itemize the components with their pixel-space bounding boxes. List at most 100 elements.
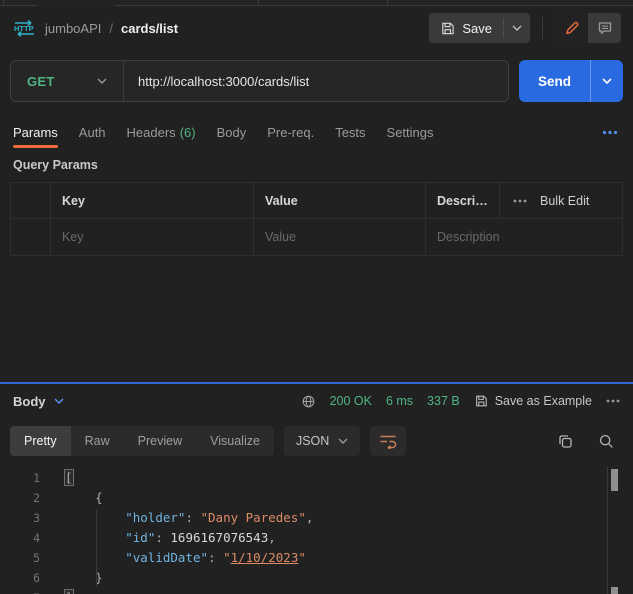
scrollbar-thumb[interactable]: [611, 469, 618, 491]
query-params-table: Key Value Description Bulk Edit Key Valu…: [10, 182, 623, 256]
request-tabs: Params Auth Headers(6) Body Pre-req. Tests Set…: [0, 112, 633, 152]
save-button-label: Save: [462, 21, 492, 36]
url-container: GET http://localhost:3000/cards/list: [10, 60, 509, 102]
indent-guide: [96, 510, 97, 586]
response-body-editor[interactable]: 1[2 {3 "holder": "Dany Paredes",4 "id": …: [0, 464, 633, 594]
network-globe-icon[interactable]: [301, 394, 316, 409]
response-more-options-icon[interactable]: [606, 399, 620, 403]
save-as-example-button[interactable]: Save as Example: [474, 394, 592, 408]
tab-settings[interactable]: Settings: [387, 112, 434, 152]
code-line: 1[: [0, 468, 633, 488]
wrap-lines-button[interactable]: [370, 426, 406, 456]
tab-pre-req[interactable]: Pre-req.: [267, 112, 314, 152]
copy-button[interactable]: [557, 433, 574, 450]
search-icon: [598, 433, 615, 450]
view-tab-pretty[interactable]: Pretty: [10, 426, 71, 456]
send-button-label: Send: [538, 74, 571, 89]
workspace-tabbar-edge: [0, 0, 633, 6]
bulk-edit-button[interactable]: Bulk Edit: [540, 194, 589, 208]
line-number: 6: [0, 568, 40, 588]
scrollbar-track: [607, 466, 608, 594]
code-line: 6 }: [0, 568, 633, 588]
edit-comment-group: [555, 13, 621, 43]
search-button[interactable]: [598, 433, 615, 450]
description-column-header: Description: [426, 183, 500, 218]
more-options-icon[interactable]: [513, 199, 527, 203]
code-line: 5 "validDate": "1/10/2023": [0, 548, 633, 568]
line-number: 5: [0, 548, 40, 568]
format-select[interactable]: JSON: [284, 426, 360, 456]
method-select[interactable]: GET: [11, 61, 123, 101]
edit-button[interactable]: [555, 13, 588, 43]
comments-button[interactable]: [588, 13, 621, 43]
response-body-dropdown[interactable]: Body: [13, 394, 64, 409]
response-toolbar: Body 200 OK 6 ms 337 B Save as Example: [0, 384, 633, 418]
key-input[interactable]: Key: [51, 219, 254, 255]
line-number: 3: [0, 508, 40, 528]
code-line: 7]: [0, 588, 633, 594]
row-select-cell[interactable]: [11, 219, 51, 255]
response-size: 337 B: [427, 394, 460, 408]
value-input[interactable]: Value: [254, 219, 426, 255]
code-lines: 1[2 {3 "holder": "Dany Paredes",4 "id": …: [0, 468, 633, 594]
code-line: 2 {: [0, 488, 633, 508]
send-split-button: Send: [519, 60, 623, 102]
chevron-down-icon: [338, 438, 348, 444]
breadcrumb: HTTP jumboAPI / cards/list: [12, 19, 178, 38]
select-column-header: [11, 183, 51, 218]
scrollbar-thumb[interactable]: [611, 587, 618, 594]
format-value: JSON: [296, 434, 329, 448]
pencil-icon: [564, 20, 580, 36]
query-params-title: Query Params: [0, 152, 633, 182]
url-input[interactable]: http://localhost:3000/cards/list: [124, 74, 309, 89]
save-button[interactable]: Save: [429, 13, 503, 43]
table-actions: Bulk Edit: [500, 183, 622, 218]
line-number: 4: [0, 528, 40, 548]
query-params-empty-row: Key Value Description: [11, 219, 622, 255]
tab-headers[interactable]: Headers(6): [127, 112, 196, 152]
code-line: 3 "holder": "Dany Paredes",: [0, 508, 633, 528]
svg-text:HTTP: HTTP: [14, 24, 34, 33]
view-tab-preview[interactable]: Preview: [124, 426, 196, 456]
breadcrumb-api-name[interactable]: jumboAPI: [45, 21, 101, 36]
tab-body[interactable]: Body: [217, 112, 247, 152]
chevron-down-icon: [602, 78, 612, 84]
breadcrumb-request-name[interactable]: cards/list: [121, 21, 178, 36]
tab-params[interactable]: Params: [13, 112, 58, 152]
tab-tests[interactable]: Tests: [335, 112, 365, 152]
description-input[interactable]: Description: [426, 219, 622, 255]
tabs-more-options-icon[interactable]: [600, 126, 620, 139]
save-as-example-label: Save as Example: [495, 394, 592, 408]
save-icon: [440, 21, 455, 36]
line-number: 1: [0, 468, 40, 488]
send-options-button[interactable]: [590, 60, 623, 102]
request-panel-spacer: [0, 256, 633, 382]
request-header: HTTP jumboAPI / cards/list Save: [0, 6, 633, 50]
save-icon: [474, 394, 488, 408]
save-split-button: Save: [429, 13, 530, 43]
view-tabs: PrettyRawPreviewVisualize: [10, 426, 274, 456]
tab-auth[interactable]: Auth: [79, 112, 106, 152]
chevron-down-icon: [512, 25, 522, 31]
view-tab-visualize[interactable]: Visualize: [196, 426, 274, 456]
copy-icon: [557, 433, 574, 450]
view-tab-raw[interactable]: Raw: [71, 426, 124, 456]
response-body-label: Body: [13, 394, 46, 409]
wrap-lines-icon: [379, 434, 397, 449]
url-bar: GET http://localhost:3000/cards/list Sen…: [0, 50, 633, 112]
value-column-header: Value: [254, 183, 426, 218]
http-method-icon: HTTP: [12, 19, 37, 38]
key-column-header: Key: [51, 183, 254, 218]
method-value: GET: [27, 74, 55, 89]
response-time: 6 ms: [386, 394, 413, 408]
chevron-down-icon: [97, 78, 107, 84]
send-button[interactable]: Send: [519, 60, 590, 102]
save-options-button[interactable]: [504, 13, 530, 43]
line-number: 7: [0, 588, 40, 594]
code-line: 4 "id": 1696167076543,: [0, 528, 633, 548]
breadcrumb-separator: /: [109, 21, 113, 36]
response-view-controls: PrettyRawPreviewVisualize JSON: [0, 418, 633, 464]
chevron-down-icon: [54, 398, 64, 404]
line-number: 2: [0, 488, 40, 508]
status-badge: 200 OK: [330, 394, 372, 408]
